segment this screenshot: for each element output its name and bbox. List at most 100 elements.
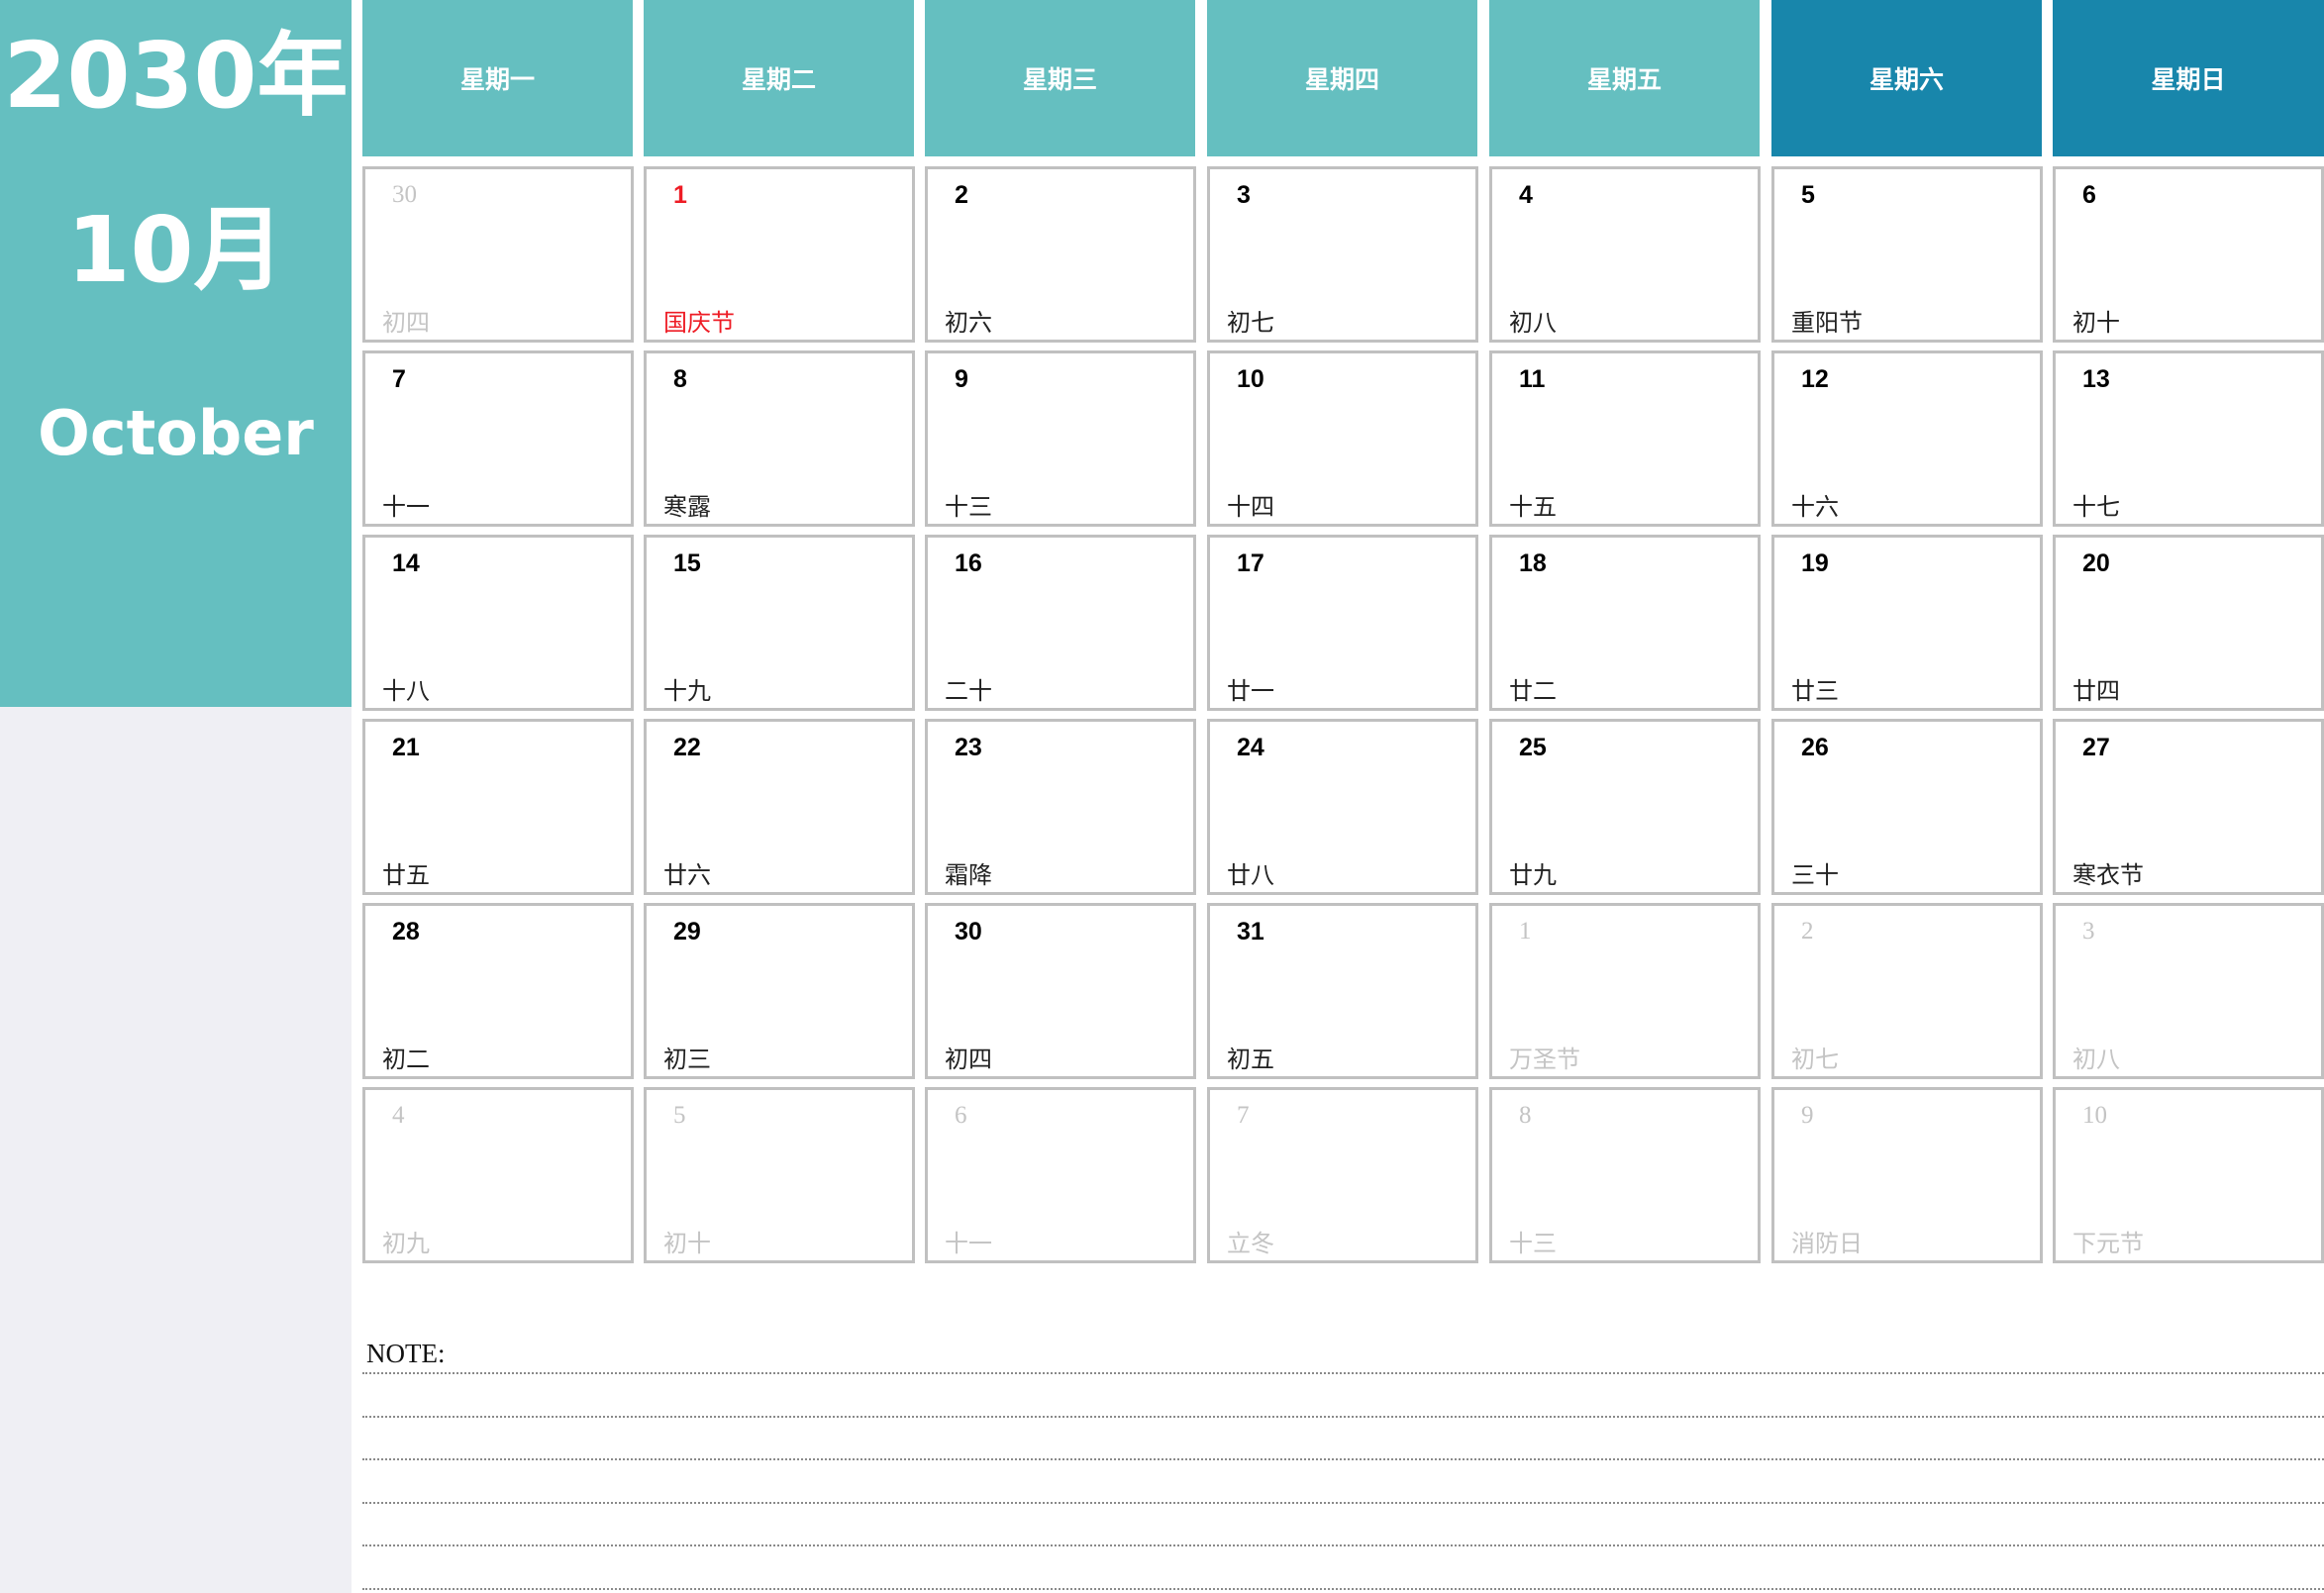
- calendar-day-cell[interactable]: 9 十三: [925, 350, 1196, 527]
- calendar-day-cell[interactable]: 26 三十: [1771, 719, 2043, 895]
- weekday-header-cell: 星期一: [362, 0, 633, 156]
- day-number: 6: [955, 1102, 967, 1129]
- calendar-day-cell[interactable]: 14 十八: [362, 535, 634, 711]
- day-number: 24: [1237, 734, 1264, 761]
- calendar-day-cell[interactable]: 28 初二: [362, 903, 634, 1079]
- note-line[interactable]: [362, 1372, 2324, 1374]
- day-number: 5: [673, 1102, 686, 1129]
- note-line[interactable]: [362, 1587, 2324, 1590]
- day-number: 13: [2082, 365, 2110, 393]
- weekday-header-cell: 星期五: [1489, 0, 1760, 156]
- lunar-date: 消防日: [1791, 1230, 1863, 1257]
- day-number: 2: [1801, 918, 1814, 945]
- lunar-date: 初十: [2072, 309, 2120, 337]
- lunar-date: 廿四: [2072, 677, 2120, 705]
- day-number: 16: [955, 549, 982, 577]
- lunar-date: 二十: [945, 677, 992, 705]
- lunar-date: 初九: [382, 1230, 430, 1257]
- day-number: 5: [1801, 181, 1815, 209]
- calendar-day-cell-other-month[interactable]: 6 十一: [925, 1087, 1196, 1263]
- calendar-day-cell-other-month[interactable]: 3 初八: [2053, 903, 2324, 1079]
- calendar-day-cell[interactable]: 21 廿五: [362, 719, 634, 895]
- calendar-day-cell-other-month[interactable]: 5 初十: [644, 1087, 915, 1263]
- weekday-header-cell: 星期六: [1771, 0, 2042, 156]
- calendar-day-cell[interactable]: 12 十六: [1771, 350, 2043, 527]
- calendar-day-cell[interactable]: 1 国庆节: [644, 166, 915, 343]
- day-number: 10: [1237, 365, 1264, 393]
- calendar-day-cell[interactable]: 19 廿三: [1771, 535, 2043, 711]
- calendar-day-cell[interactable]: 22 廿六: [644, 719, 915, 895]
- calendar-day-cell[interactable]: 7 十一: [362, 350, 634, 527]
- lunar-date: 十一: [382, 493, 430, 521]
- lunar-date: 十三: [1509, 1230, 1557, 1257]
- lunar-date: 十一: [945, 1230, 992, 1257]
- lunar-date: 寒衣节: [2072, 861, 2144, 889]
- lunar-date: 重阳节: [1791, 309, 1863, 337]
- calendar-day-cell[interactable]: 10 十四: [1207, 350, 1478, 527]
- year-title: 2030年: [3, 23, 349, 129]
- calendar-day-cell[interactable]: 20 廿四: [2053, 535, 2324, 711]
- note-line[interactable]: [362, 1415, 2324, 1418]
- calendar-day-cell[interactable]: 23 霜降: [925, 719, 1196, 895]
- calendar-day-cell-other-month[interactable]: 9 消防日: [1771, 1087, 2043, 1263]
- lunar-date: 十五: [1509, 493, 1557, 521]
- calendar-day-cell-other-month[interactable]: 2 初七: [1771, 903, 2043, 1079]
- note-line[interactable]: [362, 1501, 2324, 1504]
- day-number: 3: [2082, 918, 2095, 945]
- calendar-day-cell[interactable]: 8 寒露: [644, 350, 915, 527]
- day-number: 14: [392, 549, 420, 577]
- day-number: 25: [1519, 734, 1547, 761]
- lunar-date: 初四: [945, 1045, 992, 1073]
- calendar-day-cell[interactable]: 30 初四: [925, 903, 1196, 1079]
- calendar-day-cell[interactable]: 31 初五: [1207, 903, 1478, 1079]
- calendar-day-cell[interactable]: 6 初十: [2053, 166, 2324, 343]
- calendar-day-cell[interactable]: 5 重阳节: [1771, 166, 2043, 343]
- day-number: 1: [673, 181, 687, 209]
- day-number: 21: [392, 734, 420, 761]
- calendar-day-cell[interactable]: 2 初六: [925, 166, 1196, 343]
- weekday-header-cell: 星期三: [925, 0, 1195, 156]
- calendar-day-cell[interactable]: 24 廿八: [1207, 719, 1478, 895]
- note-line[interactable]: [362, 1544, 2324, 1546]
- lunar-date: 万圣节: [1509, 1045, 1580, 1073]
- day-number: 30: [392, 181, 417, 208]
- calendar-day-cell[interactable]: 18 廿二: [1489, 535, 1761, 711]
- calendar-day-cell[interactable]: 29 初三: [644, 903, 915, 1079]
- day-number: 27: [2082, 734, 2110, 761]
- calendar-day-cell-other-month[interactable]: 10 下元节: [2053, 1087, 2324, 1263]
- day-number: 6: [2082, 181, 2096, 209]
- calendar-day-cell[interactable]: 4 初八: [1489, 166, 1761, 343]
- calendar-day-cell[interactable]: 15 十九: [644, 535, 915, 711]
- day-number: 9: [955, 365, 968, 393]
- day-number: 1: [1519, 918, 1532, 945]
- calendar-day-cell[interactable]: 16 二十: [925, 535, 1196, 711]
- day-number: 30: [955, 918, 982, 946]
- day-number: 20: [2082, 549, 2110, 577]
- calendar-day-cell[interactable]: 27 寒衣节: [2053, 719, 2324, 895]
- day-number: 19: [1801, 549, 1829, 577]
- day-number: 3: [1237, 181, 1251, 209]
- calendar-day-cell-other-month[interactable]: 30 初四: [362, 166, 634, 343]
- month-english-title: October: [38, 397, 314, 469]
- calendar-day-cell[interactable]: 11 十五: [1489, 350, 1761, 527]
- lunar-date: 下元节: [2072, 1230, 2144, 1257]
- lunar-date: 初十: [663, 1230, 711, 1257]
- day-number: 15: [673, 549, 701, 577]
- calendar-day-cell-other-month[interactable]: 4 初九: [362, 1087, 634, 1263]
- lunar-date: 廿九: [1509, 861, 1557, 889]
- calendar-day-cell-other-month[interactable]: 1 万圣节: [1489, 903, 1761, 1079]
- day-number: 8: [673, 365, 687, 393]
- calendar-day-cell-other-month[interactable]: 7 立冬: [1207, 1087, 1478, 1263]
- calendar-day-cell-other-month[interactable]: 8 十三: [1489, 1087, 1761, 1263]
- day-number: 8: [1519, 1102, 1532, 1129]
- sidebar-title-panel: 2030年 10月 October: [0, 0, 352, 707]
- calendar-day-cell[interactable]: 13 十七: [2053, 350, 2324, 527]
- calendar-day-cell[interactable]: 3 初七: [1207, 166, 1478, 343]
- weekday-header-cell: 星期二: [644, 0, 914, 156]
- note-line[interactable]: [362, 1458, 2324, 1460]
- calendar-day-cell[interactable]: 17 廿一: [1207, 535, 1478, 711]
- calendar-day-cell[interactable]: 25 廿九: [1489, 719, 1761, 895]
- day-number: 29: [673, 918, 701, 946]
- lunar-date: 十四: [1227, 493, 1274, 521]
- month-title: 10月: [66, 197, 285, 303]
